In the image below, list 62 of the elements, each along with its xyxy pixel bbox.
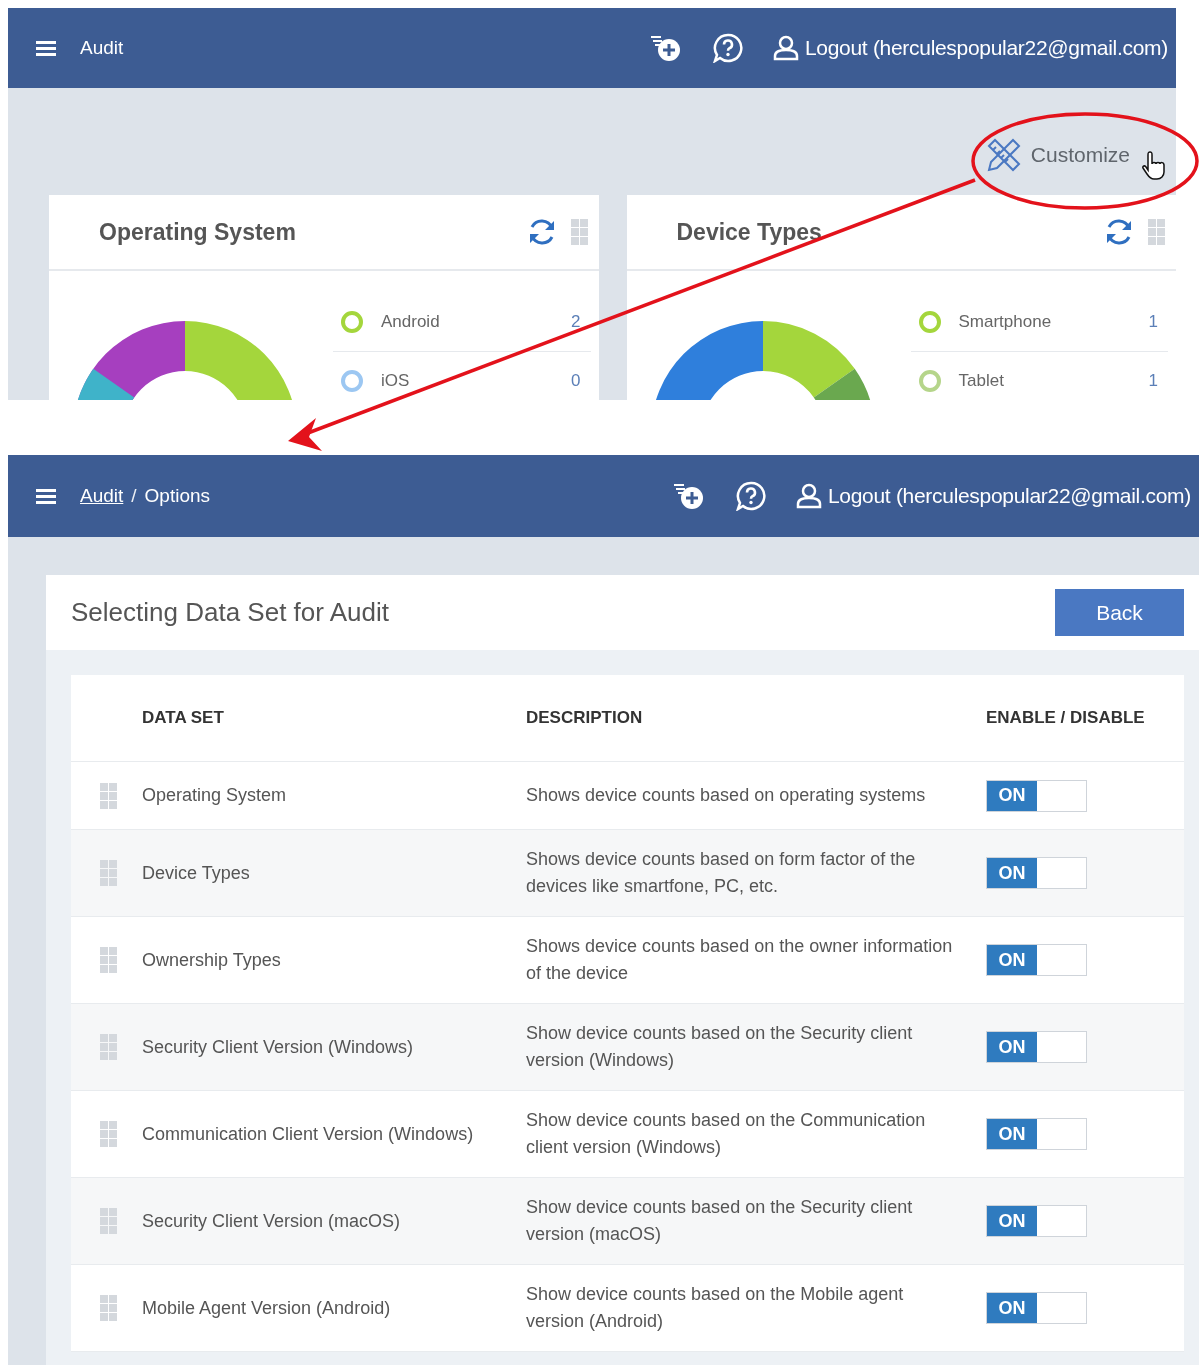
- drag-handle-icon[interactable]: [1148, 219, 1166, 245]
- data-set-name: Communication Client Version (Windows): [142, 1122, 475, 1146]
- breadcrumb-current: Options: [144, 485, 211, 507]
- customize-button[interactable]: Customize: [984, 135, 1130, 174]
- description-text: Show device counts based on the Security client version (Windows): [526, 1022, 914, 1072]
- toggle-switch[interactable]: ON: [986, 1031, 1087, 1063]
- drag-handle-icon[interactable]: [100, 947, 118, 973]
- legend-count: 1: [1148, 312, 1158, 332]
- menu-icon[interactable]: [36, 40, 56, 56]
- user-icon: [795, 483, 822, 509]
- column-header: ENABLE / DISABLE: [986, 708, 1146, 728]
- column-header: DESCRIPTION: [526, 708, 644, 728]
- drag-handle-icon[interactable]: [100, 860, 118, 886]
- data-set-name: Operating System: [142, 784, 288, 807]
- column-header: DATA SET: [142, 708, 225, 728]
- widget-title: Operating System: [99, 218, 296, 246]
- logout-link[interactable]: Logout (herculespopular22@gmail.com): [804, 36, 1168, 60]
- toggle-switch[interactable]: ON: [986, 1118, 1087, 1150]
- legend-label: Tablet: [958, 371, 1004, 391]
- panel-title: Selecting Data Set for Audit: [71, 597, 389, 628]
- data-set-name: Security Client Version (macOS): [142, 1209, 402, 1233]
- breadcrumb-link[interactable]: Audit: [80, 485, 124, 507]
- hand-cursor-icon: [1142, 150, 1168, 180]
- legend-label: Android: [381, 312, 440, 332]
- drag-handle-icon[interactable]: [100, 782, 118, 809]
- legend-count: 0: [571, 371, 581, 391]
- description-text: Shows device counts based on operating systems: [526, 784, 927, 807]
- description-text: Shows device counts based on form factor of the devices like smartfone, PC, etc.: [526, 848, 917, 898]
- add-widget-icon[interactable]: [648, 33, 683, 63]
- add-widget-icon[interactable]: [671, 481, 706, 511]
- data-set-name: Ownership Types: [142, 948, 282, 972]
- help-icon[interactable]: [712, 33, 743, 63]
- drag-handle-icon[interactable]: [100, 1121, 118, 1147]
- legend-count: 1: [1148, 371, 1158, 391]
- toggle-switch[interactable]: ON: [986, 944, 1087, 976]
- data-set-name: Mobile Agent Version (Android): [142, 1296, 392, 1320]
- description-text: Shows device counts based on the owner information of the device: [526, 935, 954, 985]
- page-title: Audit: [80, 37, 124, 59]
- logout-link[interactable]: Logout (herculespopular22@gmail.com): [827, 484, 1191, 508]
- drag-handle-icon[interactable]: [100, 1295, 118, 1321]
- refresh-icon[interactable]: [1104, 217, 1134, 247]
- user-icon: [772, 35, 799, 61]
- description-text: Show device counts based on the Communication client version (Windows): [526, 1109, 927, 1159]
- back-button[interactable]: Back: [1055, 589, 1184, 636]
- help-icon[interactable]: [735, 481, 766, 511]
- toggle-switch[interactable]: ON: [986, 1205, 1087, 1237]
- drag-handle-icon[interactable]: [570, 219, 589, 245]
- data-set-name: Device Types: [142, 861, 251, 885]
- toggle-switch[interactable]: ON: [986, 857, 1087, 889]
- data-set-name: Security Client Version (Windows): [142, 1035, 415, 1059]
- description-text: Show device counts based on the Mobile agent version (Android): [526, 1283, 905, 1333]
- legend-label: iOS: [381, 371, 410, 391]
- drag-handle-icon[interactable]: [100, 1034, 118, 1060]
- description-text: Show device counts based on the Security client version (macOS): [526, 1196, 914, 1246]
- legend-count: 2: [571, 312, 581, 332]
- widget-title: Device Types: [676, 218, 822, 246]
- toggle-switch[interactable]: ON: [986, 1292, 1087, 1324]
- drag-handle-icon[interactable]: [100, 1208, 118, 1234]
- menu-icon[interactable]: [36, 488, 56, 504]
- legend-label: Smartphone: [958, 312, 1052, 332]
- toggle-switch[interactable]: ON: [986, 779, 1087, 812]
- breadcrumb-separator: /: [131, 485, 137, 507]
